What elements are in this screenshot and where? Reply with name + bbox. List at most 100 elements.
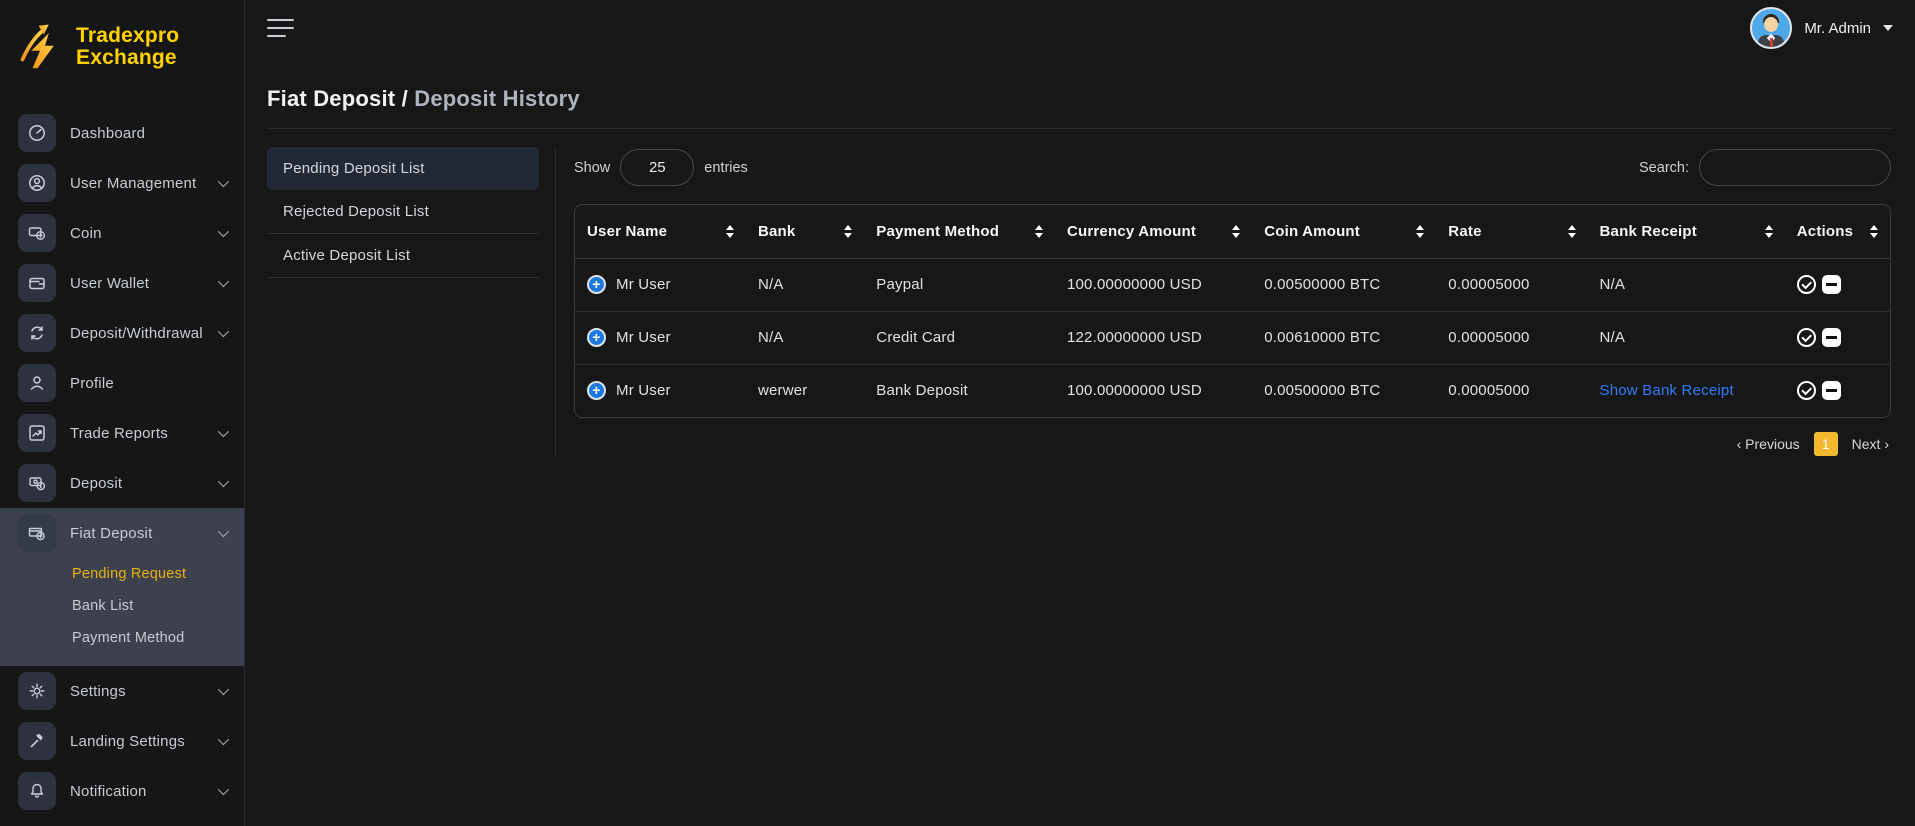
table-pane: Show 25 entries Search: xyxy=(574,147,1891,456)
chevron-down-icon xyxy=(218,526,229,537)
reject-icon[interactable] xyxy=(1822,275,1841,294)
currency-amount-cell: 100.00000000 USD xyxy=(1055,258,1252,311)
logo-text-line2: Exchange xyxy=(76,47,179,69)
user-name: Mr. Admin xyxy=(1804,20,1871,37)
content: Pending Deposit List Rejected Deposit Li… xyxy=(245,129,1915,456)
sidebar-nav: Dashboard User Management Coin User Wall… xyxy=(0,108,244,816)
search-label: Search: xyxy=(1639,160,1689,176)
coin-amount-cell: 0.00500000 BTC xyxy=(1252,364,1436,417)
chevron-down-icon xyxy=(218,784,229,795)
approve-icon[interactable] xyxy=(1797,381,1816,400)
entries-label: entries xyxy=(704,160,748,176)
expand-row-icon[interactable] xyxy=(587,328,606,347)
banknote-coin-icon xyxy=(18,464,56,502)
reject-icon[interactable] xyxy=(1822,328,1841,347)
page-head: Fiat Deposit / Deposit History xyxy=(245,56,1915,128)
show-label: Show xyxy=(574,160,610,176)
sidebar-item-profile[interactable]: Profile xyxy=(0,358,244,408)
gauge-icon xyxy=(18,114,56,152)
expand-row-icon[interactable] xyxy=(587,275,606,294)
submenu-item-bank-list[interactable]: Bank List xyxy=(72,590,244,622)
column-header-user-name[interactable]: User Name xyxy=(575,205,746,258)
sort-icon[interactable] xyxy=(1568,225,1576,238)
sort-icon[interactable] xyxy=(1416,225,1424,238)
avatar[interactable] xyxy=(1750,7,1792,49)
search-input[interactable] xyxy=(1699,149,1891,186)
approve-icon[interactable] xyxy=(1797,328,1816,347)
deposit-table: User Name Bank Payment Method Currency A… xyxy=(574,204,1891,418)
bank-cell: werwer xyxy=(746,364,864,417)
column-header-bank[interactable]: Bank xyxy=(746,205,864,258)
currency-amount-cell: 122.00000000 USD xyxy=(1055,311,1252,364)
sidebar-item-settings[interactable]: Settings xyxy=(0,666,244,716)
sidebar-item-fiat-deposit[interactable]: Fiat Deposit xyxy=(0,508,244,558)
page-number-button[interactable]: 1 xyxy=(1814,432,1838,456)
column-header-currency-amount[interactable]: Currency Amount xyxy=(1055,205,1252,258)
table-row: Mr User werwer Bank Deposit 100.00000000… xyxy=(575,364,1890,417)
sort-icon[interactable] xyxy=(844,225,852,238)
pagination: ‹ Previous 1 Next › xyxy=(574,432,1889,456)
tab-pending-deposit-list[interactable]: Pending Deposit List xyxy=(267,147,539,190)
column-header-rate[interactable]: Rate xyxy=(1436,205,1587,258)
bank-receipt-cell: N/A xyxy=(1588,311,1785,364)
fiat-deposit-submenu: Pending Request Bank List Payment Method xyxy=(0,558,244,654)
hamburger-menu-icon[interactable] xyxy=(267,19,294,37)
vertical-divider xyxy=(555,147,556,456)
sidebar-item-user-management[interactable]: User Management xyxy=(0,158,244,208)
tab-rejected-deposit-list[interactable]: Rejected Deposit List xyxy=(267,190,539,234)
sort-icon[interactable] xyxy=(1870,225,1878,238)
sidebar-item-label: Deposit/Withdrawal xyxy=(70,325,203,342)
payment-method-cell: Bank Deposit xyxy=(864,364,1055,417)
bank-cell: N/A xyxy=(746,258,864,311)
sidebar-item-landing-settings[interactable]: Landing Settings xyxy=(0,716,244,766)
previous-page-button[interactable]: ‹ Previous xyxy=(1737,436,1800,452)
coin-amount-cell: 0.00500000 BTC xyxy=(1252,258,1436,311)
reject-icon[interactable] xyxy=(1822,381,1841,400)
breadcrumb-section: Fiat Deposit / xyxy=(267,86,414,111)
sort-icon[interactable] xyxy=(1035,225,1043,238)
entries-select[interactable]: 25 xyxy=(620,149,694,186)
sidebar-item-deposit-withdrawal[interactable]: Deposit/Withdrawal xyxy=(0,308,244,358)
payment-method-cell: Credit Card xyxy=(864,311,1055,364)
rate-cell: 0.00005000 xyxy=(1436,364,1587,417)
sidebar-item-dashboard[interactable]: Dashboard xyxy=(0,108,244,158)
column-header-actions[interactable]: Actions xyxy=(1785,205,1890,258)
sort-icon[interactable] xyxy=(1765,225,1773,238)
expand-row-icon[interactable] xyxy=(587,381,606,400)
column-header-payment-method[interactable]: Payment Method xyxy=(864,205,1055,258)
sort-icon[interactable] xyxy=(1232,225,1240,238)
chevron-down-icon xyxy=(218,226,229,237)
chevron-down-icon xyxy=(218,176,229,187)
next-page-button[interactable]: Next › xyxy=(1852,436,1889,452)
sidebar-item-notification[interactable]: Notification xyxy=(0,766,244,816)
sidebar-item-coin[interactable]: Coin xyxy=(0,208,244,258)
app-logo[interactable]: Tradexpro Exchange xyxy=(0,0,244,90)
sidebar-item-trade-reports[interactable]: Trade Reports xyxy=(0,408,244,458)
column-header-bank-receipt[interactable]: Bank Receipt xyxy=(1588,205,1785,258)
users-icon xyxy=(18,164,56,202)
hammer-icon xyxy=(18,722,56,760)
tab-active-deposit-list[interactable]: Active Deposit List xyxy=(267,234,539,278)
user-name-cell: Mr User xyxy=(616,382,671,399)
sidebar-item-label: Landing Settings xyxy=(70,733,185,750)
sidebar-item-deposit[interactable]: Deposit xyxy=(0,458,244,508)
wallet-icon xyxy=(18,264,56,302)
table-row: Mr User N/A Credit Card 122.00000000 USD… xyxy=(575,311,1890,364)
main-area: Mr. Admin Fiat Deposit / Deposit History… xyxy=(245,0,1915,826)
user-menu[interactable]: Mr. Admin xyxy=(1750,7,1893,49)
sidebar-item-label: Coin xyxy=(70,225,102,242)
sort-icon[interactable] xyxy=(726,225,734,238)
sidebar: Tradexpro Exchange Dashboard User Manage… xyxy=(0,0,245,826)
sidebar-item-user-wallet[interactable]: User Wallet xyxy=(0,258,244,308)
approve-icon[interactable] xyxy=(1797,275,1816,294)
submenu-item-pending-request[interactable]: Pending Request xyxy=(72,558,244,590)
column-header-coin-amount[interactable]: Coin Amount xyxy=(1252,205,1436,258)
table-row: Mr User N/A Paypal 100.00000000 USD 0.00… xyxy=(575,258,1890,311)
submenu-item-payment-method[interactable]: Payment Method xyxy=(72,622,244,654)
payment-method-cell: Paypal xyxy=(864,258,1055,311)
currency-amount-cell: 100.00000000 USD xyxy=(1055,364,1252,417)
show-bank-receipt-link[interactable]: Show Bank Receipt xyxy=(1600,382,1734,399)
coin-icon xyxy=(18,214,56,252)
bell-icon xyxy=(18,772,56,810)
topbar: Mr. Admin xyxy=(245,0,1915,56)
